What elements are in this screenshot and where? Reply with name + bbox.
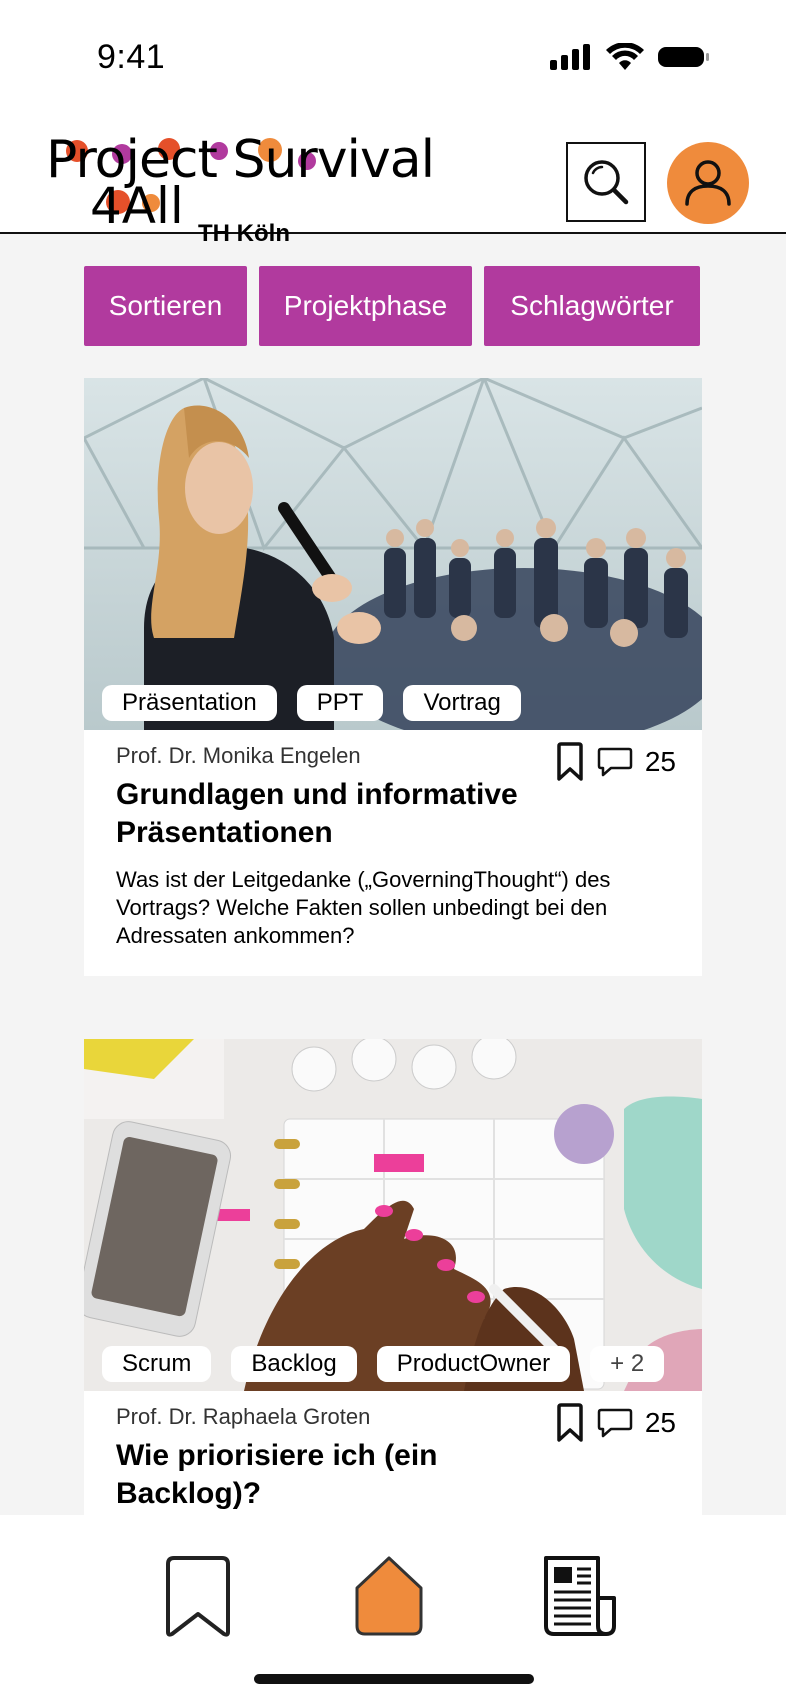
tag[interactable]: Vortrag <box>403 685 521 721</box>
logo-subtitle: TH Köln <box>198 220 290 247</box>
battery-icon <box>658 47 709 67</box>
card-description: Was ist der Leitgedanke („GoverningThoug… <box>116 867 611 948</box>
tag[interactable]: Präsentation <box>102 685 277 721</box>
card-body: Prof. Dr. Raphaela Groten 25 Wie prioris… <box>84 1391 702 1515</box>
status-icons <box>550 42 710 72</box>
card-body: Prof. Dr. Monika Engelen 25 Grundlagen u… <box>84 730 702 976</box>
project-phase-button[interactable]: Projektphase <box>259 266 472 346</box>
home-indicator[interactable] <box>254 1674 534 1684</box>
status-time: 9:41 <box>97 38 166 76</box>
nav-bookmarks[interactable] <box>158 1551 238 1641</box>
comment-icon[interactable] <box>597 746 633 778</box>
sort-button[interactable]: Sortieren <box>84 266 247 346</box>
comment-icon[interactable] <box>597 1407 633 1439</box>
comment-count: 25 <box>644 746 676 777</box>
tag[interactable]: ProductOwner <box>376 1346 571 1382</box>
card-title[interactable]: Grundlagen und informative Präsentatione… <box>116 776 586 852</box>
nav-news[interactable] <box>540 1551 620 1641</box>
article-card[interactable]: Scrum Backlog ProductOwner + 2 Prof. Dr.… <box>84 1039 702 1515</box>
search-button[interactable] <box>566 142 646 222</box>
card-title[interactable]: Wie priorisiere ich (ein Backlog)? <box>116 1437 586 1513</box>
card-author: Prof. Dr. Raphaela Groten <box>116 1404 371 1429</box>
user-icon <box>685 160 731 206</box>
wifi-icon <box>606 43 644 70</box>
logo-text-4all: 4All <box>90 177 184 235</box>
article-card[interactable]: Präsentation PPT Vortrag Prof. Dr. Monik… <box>84 378 702 976</box>
presentation-photo <box>84 378 702 730</box>
card-image: Scrum Backlog ProductOwner + 2 <box>84 1039 702 1391</box>
tag[interactable]: PPT <box>296 685 384 721</box>
search-icon <box>584 160 629 205</box>
logo[interactable]: Project Survival 4All TH Köln <box>46 132 435 247</box>
profile-button[interactable] <box>667 142 749 224</box>
app-header: Project Survival 4All TH Köln <box>0 110 786 247</box>
card-author: Prof. Dr. Monika Engelen <box>116 743 361 768</box>
more-tags-badge[interactable]: + 2 <box>590 1346 665 1382</box>
status-bar: 9:41 <box>0 0 786 110</box>
tag-list: Scrum Backlog ProductOwner + 2 <box>102 1346 665 1382</box>
newspaper-icon <box>544 1556 616 1636</box>
card-image: Präsentation PPT Vortrag <box>84 378 702 730</box>
comment-count: 25 <box>644 1407 676 1438</box>
nav-home[interactable] <box>349 1551 429 1641</box>
tag[interactable]: Backlog <box>231 1346 357 1382</box>
home-icon <box>355 1556 423 1636</box>
planner-photo <box>84 1039 702 1391</box>
filter-bar: Sortieren Projektphase Schlagwörter <box>84 266 700 346</box>
tag-list: Präsentation PPT Vortrag <box>102 685 521 721</box>
signal-icon <box>550 44 590 70</box>
bookmark-icon <box>166 1556 230 1637</box>
tag[interactable]: Scrum <box>102 1346 212 1382</box>
keywords-button[interactable]: Schlagwörter <box>484 266 700 346</box>
